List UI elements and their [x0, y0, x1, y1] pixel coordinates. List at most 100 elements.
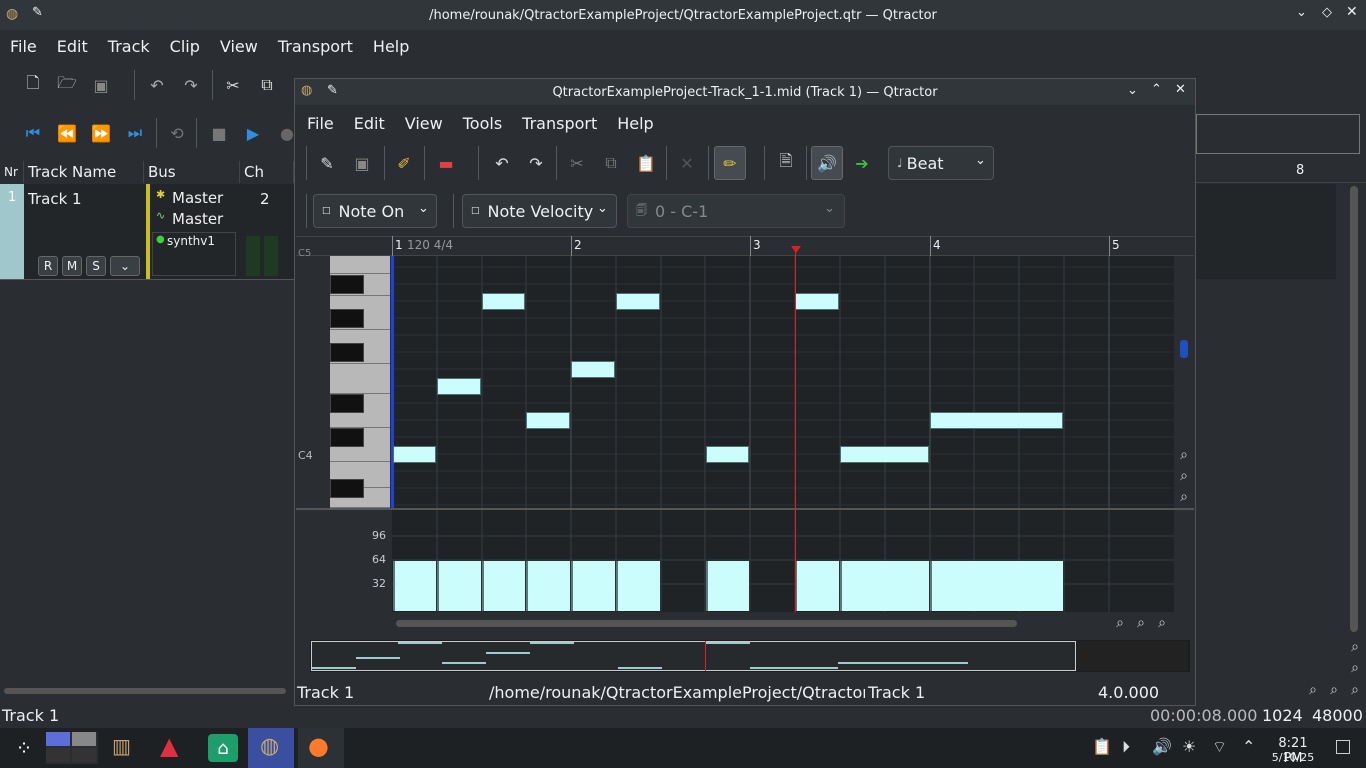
track-number-cell[interactable]: 1: [0, 184, 24, 279]
editor-vzoom-out-icon[interactable]: ⌕: [1175, 467, 1193, 485]
brightness-icon[interactable]: ☀: [1182, 737, 1196, 756]
velocity-bar[interactable]: [616, 561, 660, 611]
midi-note[interactable]: [706, 446, 749, 463]
editor-paste-icon[interactable]: 📋: [633, 150, 659, 176]
white-key[interactable]: [330, 364, 390, 394]
midi-note[interactable]: [571, 361, 615, 378]
black-key[interactable]: [330, 343, 364, 362]
rewind-icon[interactable]: ⏪: [54, 120, 80, 146]
erase-icon[interactable]: ▬: [433, 150, 459, 176]
midi-note[interactable]: [930, 412, 1063, 429]
midi-note[interactable]: [393, 446, 436, 463]
timeline-ruler[interactable]: 8: [1196, 161, 1366, 183]
solo-button[interactable]: S: [86, 256, 106, 276]
velocity-bar[interactable]: [706, 561, 749, 611]
undo-icon[interactable]: ↶: [144, 72, 170, 98]
velocity-bar[interactable]: [437, 561, 481, 611]
ardour-icon[interactable]: ▲: [160, 732, 192, 762]
velocity-bar[interactable]: [526, 561, 570, 611]
editor-properties-icon[interactable]: ✎: [314, 150, 340, 176]
event-type-combo[interactable]: □ Note On ⌄: [313, 194, 437, 228]
editor-save-icon[interactable]: ▣: [349, 150, 375, 176]
editor-menu-tools[interactable]: Tools: [453, 114, 512, 133]
channel-header[interactable]: Ch: [240, 161, 294, 183]
track-name-header[interactable]: Track Name: [24, 161, 144, 183]
editor-menu-edit[interactable]: Edit: [344, 114, 395, 133]
midi-note[interactable]: [482, 293, 525, 310]
volume-icon[interactable]: 🔊: [1152, 737, 1172, 756]
new-file-icon[interactable]: 🗋: [20, 72, 46, 98]
track-menu-button[interactable]: ⌄: [110, 256, 140, 276]
redo-icon[interactable]: ↷: [178, 72, 204, 98]
clock-date[interactable]: 5/10/25: [1268, 751, 1318, 764]
velocity-bar[interactable]: [795, 561, 839, 611]
editor-vzoom-in-icon[interactable]: ⌕: [1175, 446, 1193, 464]
track-list-hscroll[interactable]: [4, 688, 286, 694]
clipboard-icon[interactable]: 📋: [1092, 737, 1112, 756]
editor-menu-view[interactable]: View: [395, 114, 453, 133]
wifi-icon[interactable]: ⌔: [1212, 737, 1227, 757]
minimize-icon[interactable]: ⌄: [1296, 5, 1307, 20]
white-key[interactable]: [330, 256, 390, 274]
fast-forward-icon[interactable]: ⏩: [88, 120, 114, 146]
show-desktop-icon[interactable]: [1336, 740, 1350, 754]
preview-notes-icon[interactable]: 🔊: [811, 146, 843, 180]
forward-end-icon[interactable]: ⏭: [122, 120, 148, 146]
zoom-height-icon[interactable]: ⌕: [1346, 681, 1364, 699]
editor-hzoom-out-icon[interactable]: ⌕: [1132, 614, 1150, 632]
editor-hzoom-in-icon[interactable]: ⌕: [1111, 614, 1129, 632]
edit-list-icon[interactable]: 🗎: [773, 150, 799, 176]
menu-view[interactable]: View: [210, 37, 268, 56]
snap-combo[interactable]: ♩ Beat ⌄: [888, 146, 994, 180]
pin-icon[interactable]: ✎: [32, 5, 43, 20]
clip-overview[interactable]: [310, 640, 1190, 672]
zoom-reset-icon[interactable]: ⌕: [1304, 681, 1322, 699]
bus-cell[interactable]: ✱ Master ∿ Master ● synthv1: [150, 184, 240, 279]
editor-menu-file[interactable]: File: [297, 114, 344, 133]
menu-transport[interactable]: Transport: [268, 37, 363, 56]
menu-edit[interactable]: Edit: [47, 37, 98, 56]
playhead-marker[interactable]: [791, 246, 801, 253]
loop-icon[interactable]: ⟲: [164, 120, 190, 146]
velocity-bar[interactable]: [482, 561, 525, 611]
editor-menu-help[interactable]: Help: [607, 114, 663, 133]
plugin-name[interactable]: synthv1: [167, 234, 215, 248]
black-key[interactable]: [330, 275, 364, 294]
editor-hscroll[interactable]: [396, 620, 1017, 627]
launcher-icon[interactable]: ⁘: [10, 734, 38, 762]
edit-mode-icon[interactable]: ✐: [391, 150, 417, 176]
editor-vzoom-reset-icon[interactable]: ⌕: [1175, 488, 1193, 506]
midi-note[interactable]: [616, 293, 660, 310]
midi-note[interactable]: [437, 378, 481, 395]
velocity-bar[interactable]: [393, 561, 436, 611]
virtual-desktops[interactable]: [46, 732, 98, 764]
editor-minimize-icon[interactable]: ⌄: [1127, 83, 1138, 98]
tracks-vscroll[interactable]: [1350, 186, 1358, 632]
midi-note[interactable]: [795, 293, 839, 310]
midi-note[interactable]: [526, 412, 570, 429]
save-icon[interactable]: ▣: [88, 72, 114, 98]
menu-help[interactable]: Help: [363, 37, 419, 56]
editor-close-icon[interactable]: ✕: [1175, 82, 1186, 97]
media-player-icon[interactable]: ⏵: [1122, 737, 1130, 757]
piano-roll-vscroll[interactable]: [1180, 340, 1188, 358]
editor-copy-icon[interactable]: ⧉: [598, 150, 624, 176]
controller-combo[interactable]: 🗐 0 - C-1 ⌄: [627, 194, 845, 228]
maximize-icon[interactable]: ◇: [1322, 5, 1332, 20]
velocity-bar[interactable]: [571, 561, 615, 611]
track-name-cell[interactable]: Track 1 R M S ⌄: [24, 184, 146, 279]
draw-mode-icon[interactable]: ✏: [714, 146, 746, 180]
books-app-icon[interactable]: ▥: [112, 734, 144, 762]
menu-track[interactable]: Track: [98, 37, 160, 56]
mute-button[interactable]: M: [62, 256, 82, 276]
editor-undo-icon[interactable]: ↶: [489, 150, 515, 176]
channel-cell[interactable]: 2: [240, 184, 294, 279]
bus-header[interactable]: Bus: [144, 161, 240, 183]
zoom-in-icon[interactable]: ⌕: [1346, 638, 1364, 656]
black-key[interactable]: [330, 309, 364, 328]
velocity-bar[interactable]: [840, 561, 929, 611]
play-icon[interactable]: ▶: [240, 120, 266, 146]
tray-expand-icon[interactable]: ⌃: [1242, 737, 1255, 756]
rewind-start-icon[interactable]: ⏮: [20, 120, 46, 146]
midi-note[interactable]: [840, 446, 929, 463]
